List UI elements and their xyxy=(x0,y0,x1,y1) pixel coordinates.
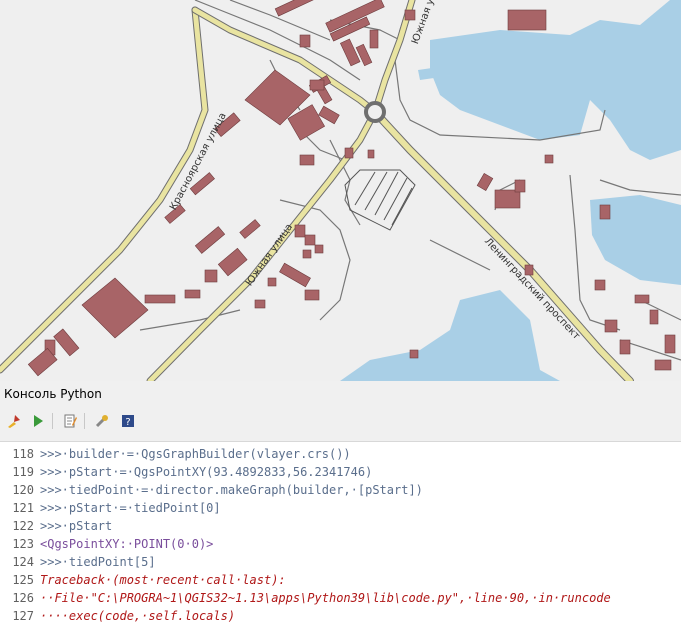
console-input-text: >>>·pStart xyxy=(40,519,113,533)
line-number: 120 xyxy=(12,483,34,497)
console-line: 123 <QgsPointXY:·POINT(0·0)> xyxy=(0,535,681,553)
line-number: 119 xyxy=(12,465,34,479)
map-canvas[interactable]: Красноярская улица Южная улица Южная ули… xyxy=(0,0,681,381)
console-input-text: >>>·tiedPoint·=·director.makeGraph(build… xyxy=(40,483,423,497)
pond-small xyxy=(418,68,434,80)
console-error-text: ··File·"C:\PROGRA~1\QGIS32~1.13\apps\Pyt… xyxy=(40,591,611,605)
lake-south xyxy=(340,290,560,381)
map-render xyxy=(0,0,681,381)
line-number: 126 xyxy=(12,591,34,605)
roundabout xyxy=(364,101,386,123)
console-line: 126 ··File·"C:\PROGRA~1\QGIS32~1.13\apps\… xyxy=(0,589,681,607)
panel-title: Консоль Python xyxy=(4,387,102,401)
console-error-text: Traceback·(most·recent·call·last): xyxy=(40,573,286,587)
line-number: 118 xyxy=(12,447,34,461)
line-number: 127 xyxy=(12,609,34,623)
console-error-text: ····exec(code,·self.locals) xyxy=(40,609,236,623)
console-line: 127 ····exec(code,·self.locals) xyxy=(0,607,681,623)
console-line: 121 >>>·pStart·=·tiedPoint[0] xyxy=(0,499,681,517)
python-console-panel: Консоль Python ? 118 >>>·builder·=·QgsGra… xyxy=(0,381,681,623)
run-command-icon[interactable] xyxy=(28,411,48,431)
console-line: 125 Traceback·(most·recent·call·last): xyxy=(0,571,681,589)
console-line: 122 >>>·pStart xyxy=(0,517,681,535)
console-toolbar: ? xyxy=(0,408,681,434)
console-input-text: >>>·builder·=·QgsGraphBuilder(vlayer.crs… xyxy=(40,447,351,461)
line-number: 121 xyxy=(12,501,34,515)
console-line: 118 >>>·builder·=·QgsGraphBuilder(vlayer.… xyxy=(0,445,681,463)
line-number: 124 xyxy=(12,555,34,569)
console-line: 119 >>>·pStart·=·QgsPointXY(93.4892833,56… xyxy=(0,463,681,481)
options-icon[interactable] xyxy=(92,411,112,431)
hatched-parking xyxy=(344,169,416,231)
help-icon[interactable]: ? xyxy=(118,411,138,431)
svg-text:?: ? xyxy=(125,417,130,428)
show-editor-icon[interactable] xyxy=(60,411,80,431)
console-input-text: >>>·pStart·=·QgsPointXY(93.4892833,56.23… xyxy=(40,465,373,479)
line-number: 122 xyxy=(12,519,34,533)
clear-console-icon[interactable] xyxy=(4,411,24,431)
line-number: 125 xyxy=(12,573,34,587)
console-input-text: >>>·tiedPoint[5] xyxy=(40,555,156,569)
console-input-text: >>>·pStart·=·tiedPoint[0] xyxy=(40,501,221,515)
line-number: 123 xyxy=(12,537,34,551)
console-line: 120 >>>·tiedPoint·=·director.makeGraph(bu… xyxy=(0,481,681,499)
console-line: 124 >>>·tiedPoint[5] xyxy=(0,553,681,571)
console-output-text: <QgsPointXY:·POINT(0·0)> xyxy=(40,537,214,551)
console-output[interactable]: 118 >>>·builder·=·QgsGraphBuilder(vlayer.… xyxy=(0,441,681,623)
